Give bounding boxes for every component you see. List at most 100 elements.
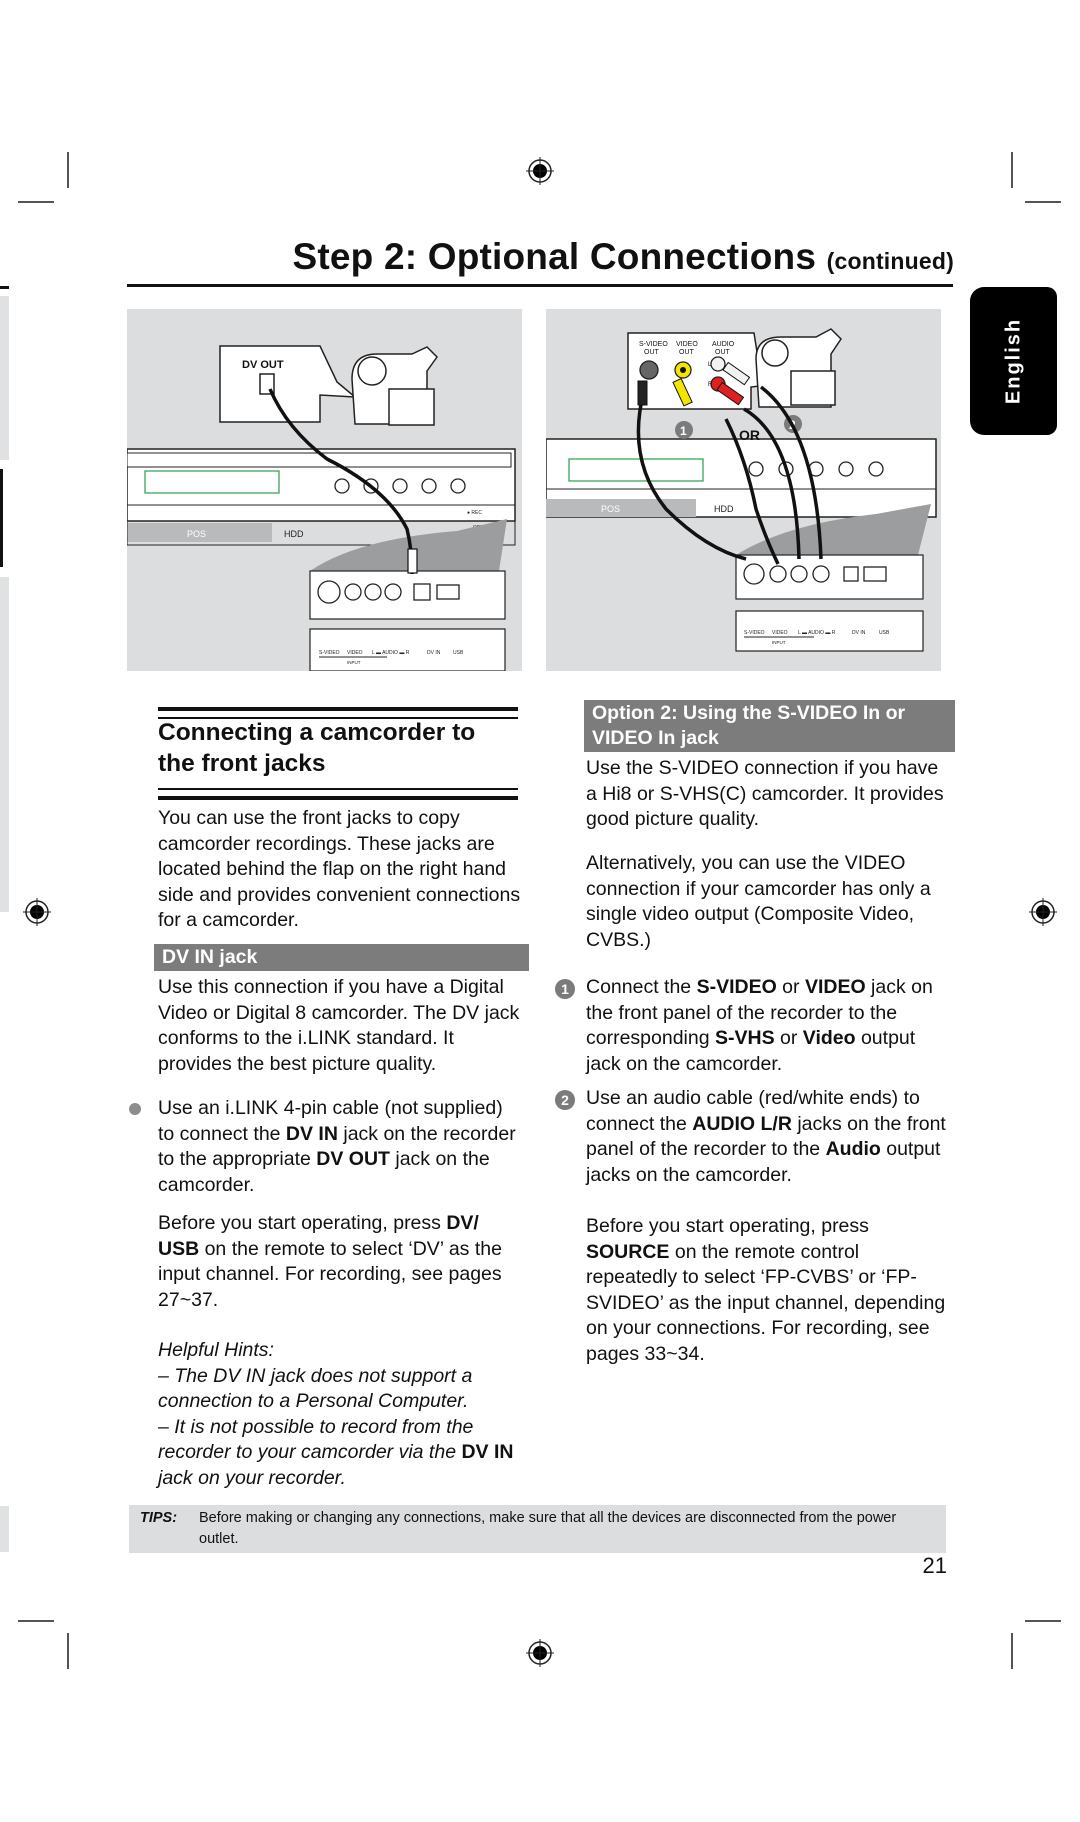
play-pause-button-icon bbox=[334, 478, 350, 494]
svideo-out-label-2: OUT bbox=[644, 349, 660, 356]
dv-connection-diagram: POS HDD ● REC OPEN ▶ S-VIDEO VIDEO L ▬ A… bbox=[127, 345, 516, 671]
source-before-operating: Before you start operating, press SOURCE… bbox=[586, 1214, 951, 1367]
recorder-logo: HDD bbox=[284, 529, 304, 539]
front-panel-label: USB bbox=[453, 650, 464, 656]
input-label: INPUT bbox=[347, 660, 361, 665]
option2-para1: Use the S-VIDEO connection if you have a… bbox=[586, 756, 951, 833]
front-panel-label: VIDEO bbox=[772, 630, 788, 636]
edge-strip bbox=[0, 577, 9, 912]
bold-text: DV IN bbox=[285, 1122, 338, 1145]
dv-in-instruction: Use an i.LINK 4-pin cable (not supplied)… bbox=[158, 1096, 523, 1198]
front-panel-illustration: S-VIDEO VIDEO L ▬ AUDIO ▬ R DV IN USB IN… bbox=[735, 554, 924, 652]
bold-text: DV IN bbox=[461, 1441, 514, 1463]
page-number: 21 bbox=[922, 1553, 947, 1578]
dv-out-label: DV OUT bbox=[242, 359, 284, 371]
registration-mark-icon bbox=[1029, 898, 1057, 926]
bold-text: DV OUT bbox=[316, 1148, 390, 1170]
audio-out-label: AUDIO bbox=[712, 341, 735, 348]
front-panel-label: VIDEO bbox=[347, 650, 363, 656]
recorder-brand: POS bbox=[601, 504, 620, 514]
crop-mark bbox=[18, 201, 54, 203]
tips-label: TIPS: bbox=[140, 1510, 178, 1526]
step-2: Use an audio cable (red/white ends) to c… bbox=[586, 1086, 951, 1188]
crop-mark bbox=[1025, 201, 1061, 203]
bold-text: S-VIDEO bbox=[696, 976, 777, 998]
dv-in-subheading: DV IN jack bbox=[154, 944, 529, 971]
recorder-illustration: POS HDD ● REC OPEN ▶ bbox=[127, 448, 516, 546]
edge-strip bbox=[0, 296, 9, 460]
play-pause-button-icon bbox=[748, 461, 764, 477]
svg-text:1: 1 bbox=[680, 424, 687, 438]
step-number-icon: 1 bbox=[555, 979, 575, 999]
edge-strip bbox=[0, 1506, 9, 1552]
bold-text: S-VHS bbox=[715, 1027, 775, 1049]
front-panel-label: DV IN bbox=[427, 650, 441, 656]
bold-text: VIDEO bbox=[804, 976, 866, 998]
front-panel-illustration: S-VIDEO VIDEO L ▬ AUDIO ▬ R DV IN USB IN… bbox=[309, 570, 506, 671]
front-panel-label: L ▬ AUDIO ▬ R bbox=[798, 630, 836, 636]
step-1: Connect the S-VIDEO or VIDEO jack on the… bbox=[586, 975, 951, 1077]
ch-minus-button-icon bbox=[838, 461, 854, 477]
heading-rule-bottom bbox=[158, 788, 518, 800]
text: on the remote to select ‘DV’ as the inpu… bbox=[158, 1237, 502, 1311]
language-tab: English bbox=[970, 287, 1057, 435]
text: or bbox=[776, 976, 805, 998]
front-panel-label: S-VIDEO bbox=[319, 650, 340, 656]
recorder-brand: POS bbox=[187, 529, 206, 539]
recorder-logo: HDD bbox=[714, 504, 734, 514]
language-tab-label: English bbox=[1002, 317, 1024, 405]
ch-plus-button-icon bbox=[450, 478, 466, 494]
input-label: INPUT bbox=[772, 640, 786, 645]
front-panel-label: USB bbox=[879, 630, 890, 636]
ch-plus-button-icon bbox=[868, 461, 884, 477]
figure-dv-connection: POS HDD ● REC OPEN ▶ S-VIDEO VIDEO L ▬ A… bbox=[127, 309, 522, 671]
camcorder-outputs-callout: S-VIDEO OUT VIDEO OUT AUDIO OUT L R bbox=[627, 332, 779, 410]
front-panel-label: DV IN bbox=[852, 630, 866, 636]
svideo-port-icon bbox=[639, 360, 659, 380]
tips-text: Before making or changing any connection… bbox=[199, 1510, 897, 1547]
front-panel-label: L ▬ AUDIO ▬ R bbox=[372, 650, 410, 656]
bold-text: Audio bbox=[825, 1138, 881, 1160]
hints-title: Helpful Hints: bbox=[158, 1339, 274, 1361]
crop-mark bbox=[1011, 1633, 1013, 1669]
audio-r-label: R bbox=[708, 382, 713, 388]
text: Before you start operating, press bbox=[586, 1215, 869, 1237]
crop-mark bbox=[1025, 1620, 1061, 1622]
page-title-text: Step 2: Optional Connections bbox=[292, 236, 817, 277]
rec-label: ● REC bbox=[467, 510, 482, 516]
para-text: Alternatively, you can use the VIDEO con… bbox=[586, 852, 931, 951]
svideo-out-label: S-VIDEO bbox=[639, 341, 668, 348]
text: Before you start operating, press bbox=[158, 1212, 447, 1234]
text: jack on your recorder. bbox=[158, 1466, 346, 1489]
intro-text: You can use the front jacks to copy camc… bbox=[158, 807, 521, 931]
bold-text: AUDIO L/R bbox=[692, 1112, 792, 1135]
registration-mark-icon bbox=[526, 157, 554, 185]
registration-mark-icon bbox=[23, 898, 51, 926]
helpful-hints: Helpful Hints: – The DV IN jack does not… bbox=[158, 1338, 523, 1491]
dv-in-description: Use this connection if you have a Digita… bbox=[158, 975, 523, 1077]
dv-out-callout: DV OUT bbox=[219, 345, 358, 423]
text: – It is not possible to record from the … bbox=[158, 1415, 474, 1464]
crop-mark bbox=[1011, 152, 1013, 188]
video-out-label-2: OUT bbox=[679, 349, 695, 356]
title-rule bbox=[127, 284, 953, 287]
intro-paragraph: You can use the front jacks to copy camc… bbox=[158, 806, 523, 934]
ch-minus-button-icon bbox=[421, 478, 437, 494]
registration-mark-icon bbox=[526, 1639, 554, 1667]
option2-subheading: Option 2: Using the S-VIDEO In or VIDEO … bbox=[584, 700, 955, 752]
hint-item: – It is not possible to record from the … bbox=[158, 1415, 523, 1492]
audio-out-label-2: OUT bbox=[715, 349, 731, 356]
bullet-icon bbox=[129, 1103, 141, 1115]
crop-mark bbox=[67, 152, 69, 188]
source-button-icon bbox=[392, 478, 408, 494]
option2-para2: Alternatively, you can use the VIDEO con… bbox=[586, 851, 951, 953]
audio-l-port-icon bbox=[710, 356, 726, 372]
bold-text: Video bbox=[802, 1027, 856, 1049]
page-title-suffix: (continued) bbox=[826, 248, 954, 274]
camcorder-icon bbox=[351, 346, 438, 426]
dv-before-operating: Before you start operating, press DV/ US… bbox=[158, 1211, 523, 1313]
svideo-connection-diagram: POS HDD S-VIDEO VIDEO L ▬ AUDIO ▬ R DV I… bbox=[546, 328, 937, 652]
page-title: Step 2: Optional Connections (continued) bbox=[292, 236, 954, 278]
step-number-icon: 2 bbox=[555, 1090, 575, 1110]
edge-strip bbox=[0, 469, 3, 567]
